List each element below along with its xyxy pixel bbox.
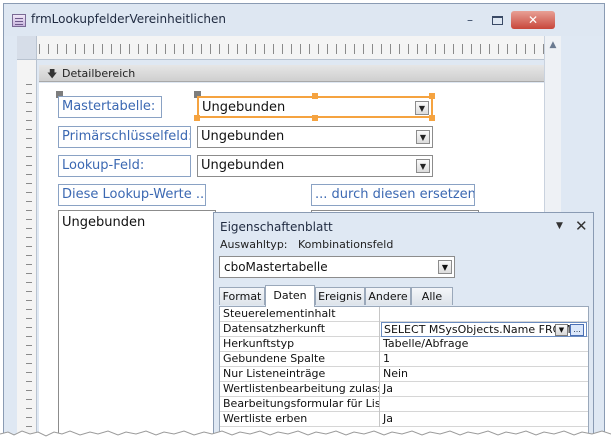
property-sheet: Eigenschaftenblatt ▼ ✕ Auswahltyp: Kombi…	[213, 212, 594, 444]
property-sheet-title: Eigenschaftenblatt	[220, 220, 333, 234]
section-label: Detailbereich	[62, 67, 136, 80]
selection-type-label: Auswahltyp:	[220, 238, 288, 251]
ruler-ticks	[39, 44, 544, 54]
combo-lookup-feld-value: Ungebunden	[201, 158, 285, 173]
property-row[interactable]: Datensatzherkunft SELECT MSysObjects.Nam…	[220, 322, 588, 337]
property-sheet-close-button[interactable]: ✕	[575, 217, 588, 235]
property-name: Datensatzherkunft	[220, 322, 380, 337]
property-value[interactable]: Nein	[381, 367, 587, 382]
listbox-lookup-werte-value: Ungebunden	[62, 215, 146, 230]
property-name: Steuerelementinhalt	[220, 307, 380, 322]
form-icon	[12, 14, 26, 27]
minimize-button[interactable]: –	[458, 13, 482, 29]
tab-alle[interactable]: Alle	[411, 287, 453, 305]
label-durch-diesen-ersetzen[interactable]: ... durch diesen ersetzen:	[311, 184, 475, 206]
label-diese-lookup-werte[interactable]: Diese Lookup-Werte ...	[58, 184, 206, 206]
combo-primaerschluesselfeld[interactable]: Ungebunden ▼	[197, 126, 433, 148]
selection-type-value: Kombinationsfeld	[298, 238, 394, 251]
tab-daten[interactable]: Daten	[265, 285, 315, 307]
label-lookup-feld[interactable]: Lookup-Feld:	[58, 155, 191, 177]
dropdown-arrow-icon[interactable]: ▼	[416, 159, 430, 173]
resize-handle-top-right[interactable]	[429, 93, 435, 99]
property-value-datensatzherkunft[interactable]: SELECT MSysObjects.Name FROM ▼ ...	[381, 322, 587, 337]
detail-section-header[interactable]: 🡇 Detailbereich	[39, 65, 544, 82]
property-value[interactable]: Tabelle/Abfrage	[381, 337, 587, 352]
torn-edge	[0, 430, 611, 444]
builder-button[interactable]: ...	[570, 324, 584, 336]
maximize-icon	[491, 16, 503, 25]
window-title: frmLookupfelderVereinheitlichen	[31, 12, 227, 26]
property-value[interactable]	[381, 307, 587, 322]
object-selector[interactable]: cboMastertabelle ▼	[219, 256, 455, 278]
combo-mastertabelle-value: Ungebunden	[202, 100, 286, 115]
dropdown-arrow-icon[interactable]: ▼	[555, 324, 568, 336]
property-row[interactable]: Nur Listeneinträge Nein	[220, 367, 588, 382]
dropdown-arrow-icon[interactable]: ▼	[438, 260, 452, 274]
property-name: Wertlistenbearbeitung zulassen	[220, 382, 380, 397]
property-name: Herkunftstyp	[220, 337, 380, 352]
resize-handle-bottom-right[interactable]	[429, 115, 435, 121]
resize-handle-top[interactable]	[312, 93, 318, 99]
property-name: Gebundene Spalte	[220, 352, 380, 367]
pane-options-icon[interactable]: ▼	[556, 221, 563, 231]
property-name: Nur Listeneinträge	[220, 367, 380, 382]
resize-handle-bottom-left[interactable]	[194, 115, 200, 121]
tab-ereignis[interactable]: Ereignis	[315, 287, 365, 305]
dropdown-arrow-icon[interactable]: ▼	[416, 130, 430, 144]
close-button[interactable]: ✕	[511, 11, 555, 29]
resize-handle-bottom[interactable]	[312, 115, 318, 121]
property-value[interactable]: 1	[381, 352, 587, 367]
tab-format[interactable]: Format	[219, 287, 265, 305]
object-selector-value: cboMastertabelle	[224, 260, 328, 274]
section-arrow-icon: 🡇	[47, 69, 58, 80]
tab-andere[interactable]: Andere	[365, 287, 411, 305]
property-value-text: SELECT MSysObjects.Name FROM	[384, 323, 571, 336]
horizontal-ruler[interactable]	[17, 36, 544, 60]
scroll-up-icon[interactable]: ▲	[547, 40, 559, 52]
property-row[interactable]: Bearbeitungsformular für Listenelemente	[220, 397, 588, 412]
label-mastertabelle[interactable]: Mastertabelle:	[58, 96, 162, 118]
label-primaerschluesselfeld[interactable]: Primärschlüsselfeld:	[58, 126, 191, 148]
maximize-button[interactable]	[485, 13, 509, 29]
property-row[interactable]: Steuerelementinhalt	[220, 307, 588, 322]
ruler-corner-selector[interactable]	[17, 36, 37, 59]
combo-lookup-feld[interactable]: Ungebunden ▼	[197, 155, 433, 177]
vertical-ruler[interactable]	[17, 60, 37, 438]
property-row[interactable]: Herkunftstyp Tabelle/Abfrage	[220, 337, 588, 352]
property-row[interactable]: Wertlistenbearbeitung zulassen Ja	[220, 382, 588, 397]
combo-primaerschluesselfeld-value: Ungebunden	[201, 129, 285, 144]
vertical-ruler-ticks	[26, 84, 32, 438]
title-bar: frmLookupfelderVereinheitlichen – ✕	[4, 4, 604, 36]
property-row[interactable]: Gebundene Spalte 1	[220, 352, 588, 367]
listbox-lookup-werte[interactable]: Ungebunden	[58, 210, 216, 440]
property-value[interactable]: Ja	[381, 382, 587, 397]
dropdown-arrow-icon[interactable]: ▼	[415, 101, 429, 115]
property-name: Bearbeitungsformular für Listenelemente	[220, 397, 380, 412]
property-value[interactable]	[381, 397, 587, 412]
